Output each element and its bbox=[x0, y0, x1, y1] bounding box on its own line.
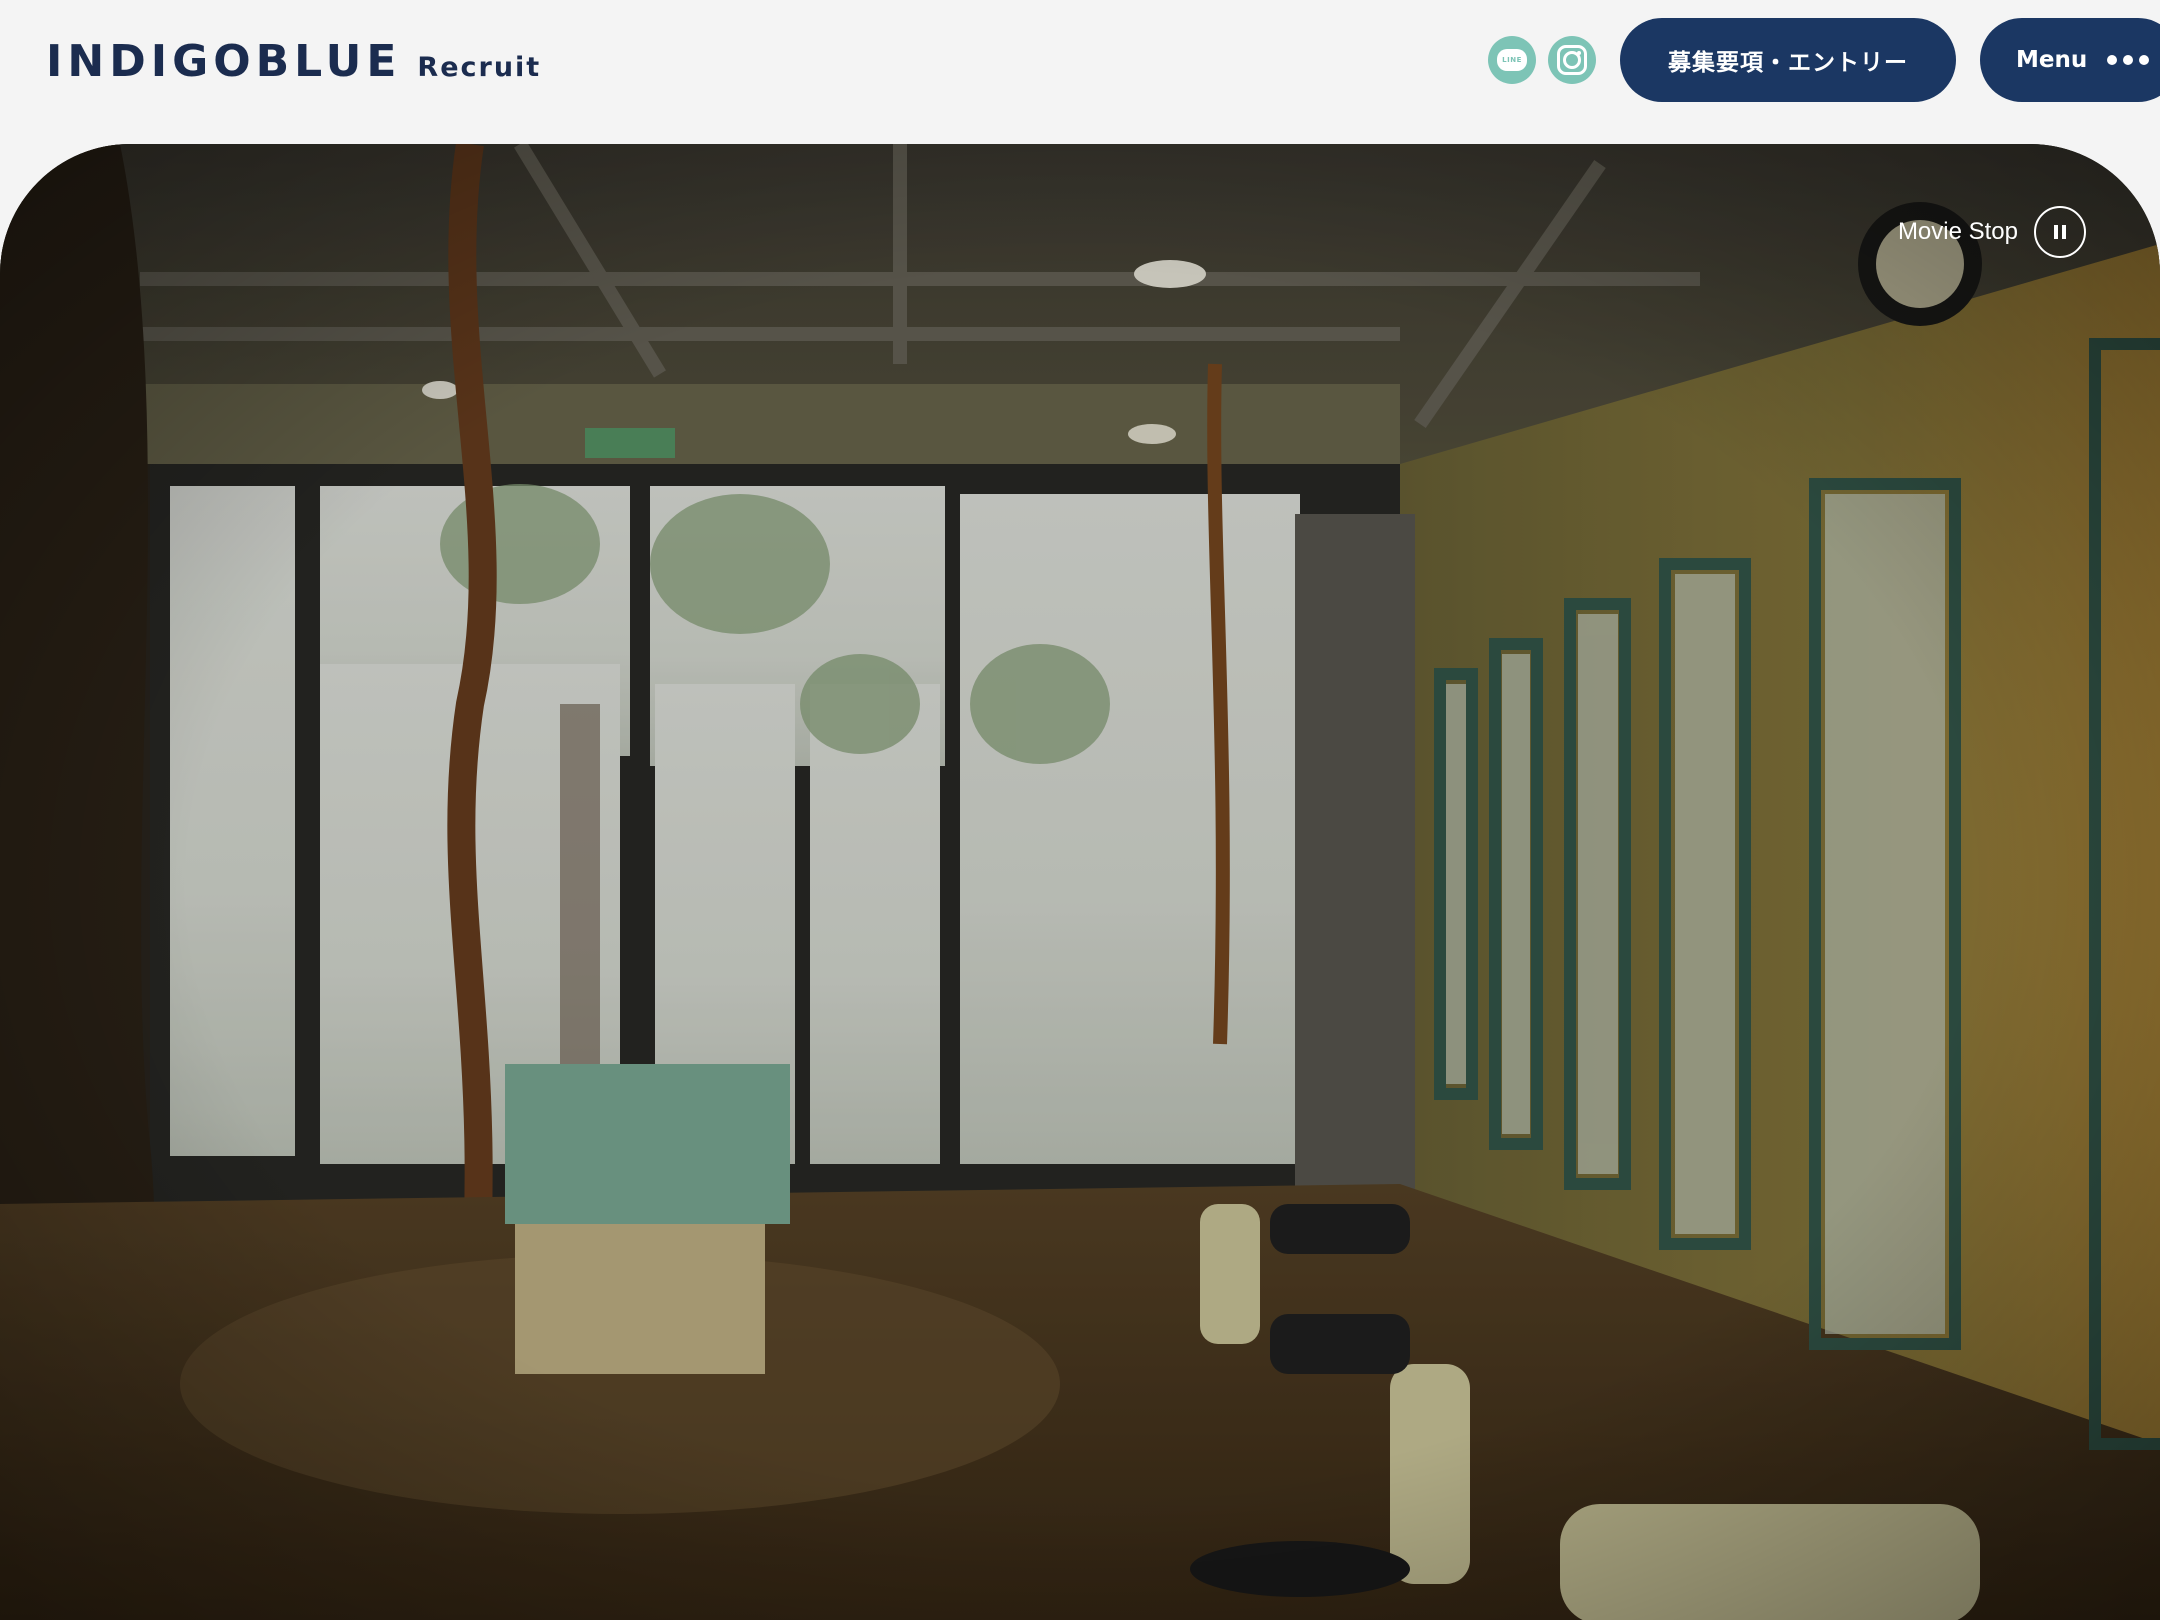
movie-stop-label: Movie Stop bbox=[1897, 218, 2018, 245]
line-icon-badge: LINE bbox=[1497, 49, 1527, 71]
entry-button[interactable]: 募集要項・エントリー bbox=[1620, 18, 1956, 102]
salon-interior-image bbox=[0, 144, 2160, 1620]
site-logo[interactable]: INDIGOBLUE Recruit bbox=[46, 36, 541, 88]
line-icon[interactable]: LINE bbox=[1488, 36, 1536, 84]
logo-sub-text: Recruit bbox=[417, 52, 542, 83]
instagram-glyph bbox=[1557, 45, 1587, 75]
more-dots-icon bbox=[2107, 55, 2150, 65]
menu-button[interactable]: Menu bbox=[1980, 18, 2160, 102]
menu-button-label: Menu bbox=[2016, 47, 2088, 73]
site-header: INDIGOBLUE Recruit LINE 募集要項・エントリー Menu bbox=[0, 0, 2160, 144]
instagram-icon[interactable] bbox=[1548, 36, 1596, 84]
pause-icon bbox=[2034, 206, 2086, 258]
hero-video[interactable]: Movie Stop bbox=[0, 144, 2160, 1620]
entry-button-label: 募集要項・エントリー bbox=[1668, 50, 1908, 76]
logo-main-text: INDIGOBLUE bbox=[46, 36, 402, 87]
movie-stop-button[interactable]: Movie Stop bbox=[1898, 206, 2086, 258]
